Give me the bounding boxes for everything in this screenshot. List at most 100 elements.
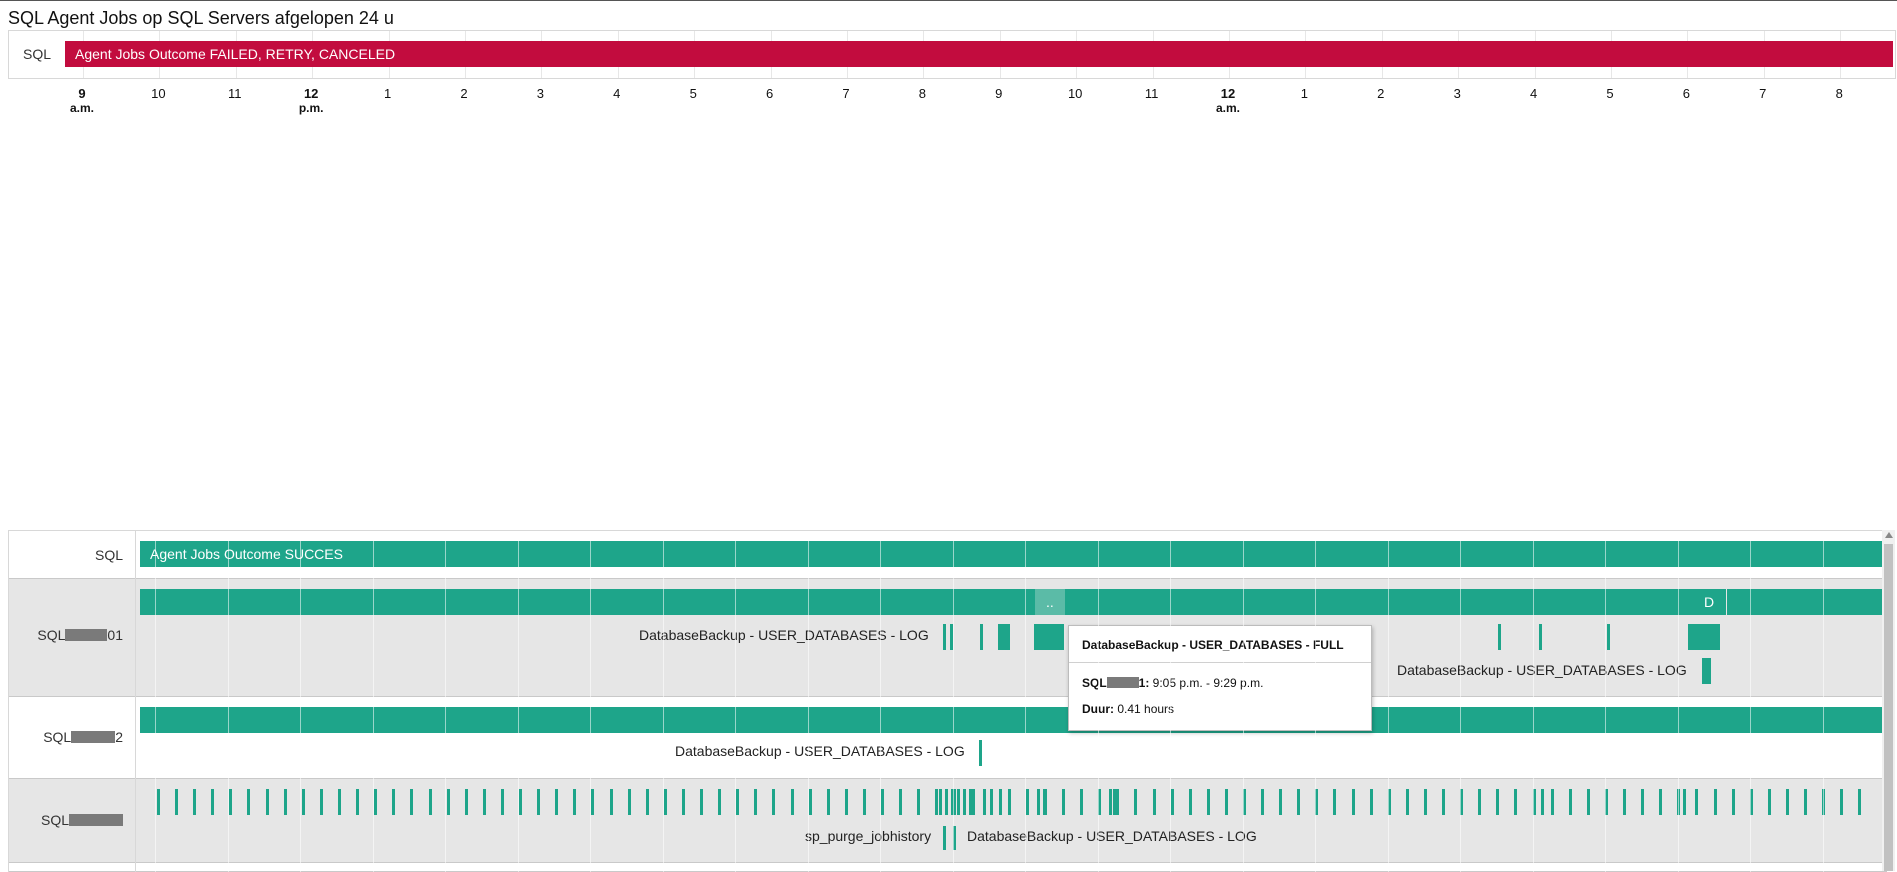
job-bar[interactable] — [827, 789, 830, 815]
job-bar[interactable] — [1641, 789, 1644, 815]
job-bar[interactable] — [1297, 789, 1300, 815]
job-bar[interactable] — [935, 789, 938, 815]
job-bar[interactable] — [1442, 789, 1445, 815]
job-bar[interactable] — [1498, 624, 1501, 650]
job-bar[interactable] — [573, 789, 576, 815]
job-bar[interactable] — [1551, 789, 1554, 815]
job-bar[interactable] — [881, 789, 884, 815]
job-bar[interactable] — [447, 789, 450, 815]
job-bar[interactable] — [1683, 789, 1686, 815]
job-bar[interactable] — [284, 789, 287, 815]
job-bar[interactable] — [429, 789, 432, 815]
job-bar[interactable] — [175, 789, 178, 815]
job-bar[interactable] — [700, 789, 703, 815]
job-bar[interactable] — [983, 789, 986, 815]
job-bar[interactable] — [1153, 789, 1156, 815]
job-bar[interactable] — [863, 789, 866, 815]
job-bar[interactable] — [899, 789, 902, 815]
job-bar[interactable] — [140, 589, 1035, 615]
job-bar[interactable] — [519, 789, 522, 815]
job-bar[interactable] — [845, 789, 848, 815]
job-bar[interactable] — [1702, 658, 1711, 684]
success-jobs-bar[interactable] — [140, 541, 1886, 567]
job-bar[interactable] — [628, 789, 631, 815]
job-bar[interactable] — [483, 789, 486, 815]
job-bar[interactable] — [939, 789, 942, 815]
job-bar[interactable] — [465, 789, 468, 815]
job-bar[interactable] — [963, 789, 966, 815]
job-bar[interactable] — [1026, 789, 1029, 815]
job-bar[interactable] — [1080, 789, 1083, 815]
job-bar[interactable] — [1424, 789, 1427, 815]
job-bar[interactable] — [957, 789, 960, 815]
job-bar[interactable] — [809, 789, 812, 815]
job-bar[interactable] — [998, 624, 1010, 650]
job-bar[interactable] — [682, 789, 685, 815]
job-bar[interactable] — [374, 789, 377, 815]
job-bar[interactable] — [1109, 789, 1112, 815]
job-bar[interactable] — [302, 789, 305, 815]
job-bar[interactable] — [1065, 589, 1726, 615]
job-bar[interactable] — [1514, 789, 1517, 815]
job-bar[interactable] — [1406, 789, 1409, 815]
job-bar[interactable] — [1541, 789, 1544, 815]
job-bar[interactable] — [1804, 789, 1807, 815]
job-bar[interactable] — [140, 707, 1886, 733]
job-bar[interactable] — [1840, 789, 1843, 815]
job-bar[interactable] — [1478, 789, 1481, 815]
failed-jobs-bar[interactable]: Agent Jobs Outcome FAILED, RETRY, CANCEL… — [65, 41, 1893, 67]
job-bar[interactable] — [266, 789, 269, 815]
job-bar[interactable] — [1727, 589, 1887, 615]
vertical-scrollbar[interactable] — [1882, 530, 1895, 871]
job-bar[interactable] — [1113, 789, 1116, 815]
job-bar[interactable] — [229, 789, 232, 815]
job-bar[interactable] — [537, 789, 540, 815]
success-jobs-timeline[interactable]: SQL Agent Jobs Outcome SUCCES SQL 01 .. D… — [8, 530, 1887, 872]
job-bar[interactable] — [1370, 789, 1373, 815]
job-bar[interactable] — [320, 789, 323, 815]
job-bar[interactable] — [1858, 789, 1861, 815]
job-bar[interactable] — [591, 789, 594, 815]
job-bar[interactable] — [969, 789, 972, 815]
job-bar[interactable] — [980, 624, 983, 650]
job-bar[interactable] — [754, 789, 757, 815]
job-bar[interactable] — [410, 789, 413, 815]
job-bar[interactable] — [1569, 789, 1572, 815]
job-bar[interactable] — [1189, 789, 1192, 815]
job-bar[interactable] — [943, 826, 946, 850]
job-bar[interactable] — [610, 789, 613, 815]
job-bar[interactable] — [990, 789, 993, 815]
job-bar[interactable] — [1623, 789, 1626, 815]
job-bar[interactable] — [736, 789, 739, 815]
job-bar[interactable] — [247, 789, 250, 815]
job-bar[interactable] — [1352, 789, 1355, 815]
job-bar[interactable] — [211, 789, 214, 815]
job-bar[interactable] — [555, 789, 558, 815]
job-bar[interactable] — [1695, 789, 1698, 815]
job-bar[interactable] — [979, 740, 982, 766]
job-bar[interactable] — [917, 789, 920, 815]
job-bar[interactable] — [1768, 789, 1771, 815]
job-bar[interactable] — [157, 789, 160, 815]
job-bar[interactable] — [1134, 789, 1137, 815]
job-bar[interactable] — [943, 624, 946, 650]
job-bar[interactable] — [1225, 789, 1228, 815]
job-bar[interactable] — [1496, 789, 1499, 815]
job-bar[interactable] — [501, 789, 504, 815]
job-bar[interactable] — [1279, 789, 1282, 815]
job-bar[interactable] — [1732, 789, 1735, 815]
job-bar[interactable] — [1116, 789, 1119, 815]
job-bar[interactable] — [1207, 789, 1210, 815]
job-bar[interactable] — [193, 789, 196, 815]
job-bar[interactable] — [646, 789, 649, 815]
job-bar[interactable] — [1171, 789, 1174, 815]
job-bar[interactable] — [1539, 624, 1542, 650]
job-bar[interactable] — [1062, 789, 1065, 815]
job-bar[interactable] — [1587, 789, 1590, 815]
job-bar[interactable] — [1714, 789, 1717, 815]
job-bar[interactable] — [338, 789, 341, 815]
job-bar[interactable] — [356, 789, 359, 815]
job-bar[interactable] — [1688, 624, 1720, 650]
job-bar[interactable] — [972, 789, 975, 815]
job-bar[interactable] — [1659, 789, 1662, 815]
